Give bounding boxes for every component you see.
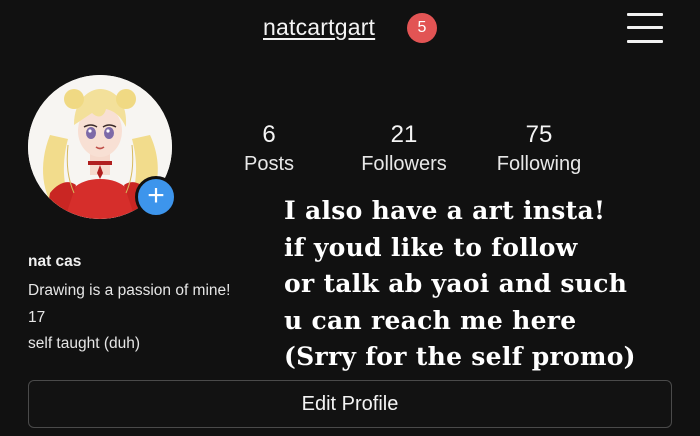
followers-label: Followers — [361, 153, 447, 175]
overlay-caption: I also have a art insta! if youd like to … — [284, 193, 636, 376]
following-count: 75 — [525, 121, 553, 148]
stat-posts[interactable]: 6 Posts — [238, 120, 300, 177]
profile-name: nat cas — [28, 253, 82, 270]
notification-badge[interactable]: 5 — [407, 13, 437, 43]
caption-line: (Srry for the self promo) — [284, 342, 636, 371]
caption-line: I also have a art insta! — [284, 196, 606, 225]
stat-following[interactable]: 75 Following — [489, 120, 589, 177]
profile-header: natcartgart 5 — [0, 0, 700, 60]
edit-profile-button[interactable]: Edit Profile — [28, 380, 672, 428]
followers-count: 21 — [390, 121, 418, 148]
bio-line: Drawing is a passion of mine! — [28, 282, 231, 299]
caption-line: if youd like to follow — [284, 232, 578, 262]
posts-label: Posts — [243, 153, 295, 175]
posts-count: 6 — [262, 121, 276, 148]
following-label: Following — [496, 153, 582, 175]
caption-line: u can reach me here — [284, 305, 577, 335]
bio-line: 17 — [28, 309, 46, 326]
stat-followers[interactable]: 21 Followers — [354, 120, 454, 177]
caption-line: or talk ab yaoi and such — [284, 269, 628, 298]
hamburger-menu-icon[interactable] — [627, 12, 663, 44]
avatar-container: + — [28, 75, 177, 219]
username-link[interactable]: natcartgart — [263, 14, 375, 41]
bio-line: self taught (duh) — [28, 335, 141, 352]
add-story-button[interactable]: + — [135, 176, 177, 218]
